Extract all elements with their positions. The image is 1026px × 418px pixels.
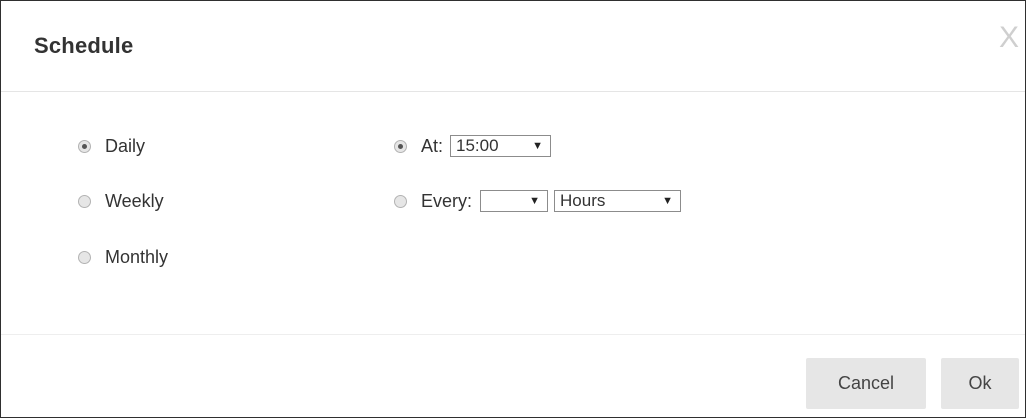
- chevron-down-icon: ▼: [662, 195, 674, 207]
- schedule-dialog: Schedule X Daily Weekly Monthly At: 15:0…: [0, 0, 1026, 418]
- at-label: At:: [421, 135, 444, 156]
- radio-button-daily[interactable]: [78, 140, 91, 153]
- radio-button-at[interactable]: [394, 139, 407, 153]
- radio-every[interactable]: Every: ▼ Hours ▼: [394, 190, 682, 212]
- radio-label-weekly: Weekly: [105, 191, 164, 211]
- every-unit-value: Hours: [560, 191, 606, 210]
- chevron-down-icon: ▼: [532, 140, 544, 152]
- radio-at[interactable]: At: 15:00 ▼: [394, 135, 552, 157]
- dialog-header: Schedule X: [1, 1, 1025, 92]
- cancel-button[interactable]: Cancel: [806, 358, 926, 409]
- close-icon[interactable]: X: [999, 23, 1019, 53]
- radio-monthly[interactable]: Monthly: [78, 247, 168, 268]
- radio-weekly[interactable]: Weekly: [78, 191, 164, 212]
- chevron-down-icon: ▼: [529, 195, 541, 207]
- radio-label-monthly: Monthly: [105, 247, 169, 267]
- at-time-select[interactable]: 15:00 ▼: [450, 135, 552, 157]
- radio-daily[interactable]: Daily: [78, 136, 145, 157]
- every-label: Every:: [421, 190, 473, 211]
- ok-button[interactable]: Ok: [941, 358, 1019, 409]
- every-unit-select[interactable]: Hours ▼: [554, 190, 682, 212]
- radio-label-daily: Daily: [105, 136, 146, 156]
- dialog-title: Schedule: [34, 33, 134, 58]
- radio-button-weekly[interactable]: [78, 195, 91, 208]
- radio-button-monthly[interactable]: [78, 251, 91, 264]
- radio-button-every[interactable]: [394, 194, 407, 208]
- footer-divider: [1, 334, 1025, 335]
- every-count-select[interactable]: ▼: [480, 190, 549, 212]
- at-time-value: 15:00: [456, 136, 499, 155]
